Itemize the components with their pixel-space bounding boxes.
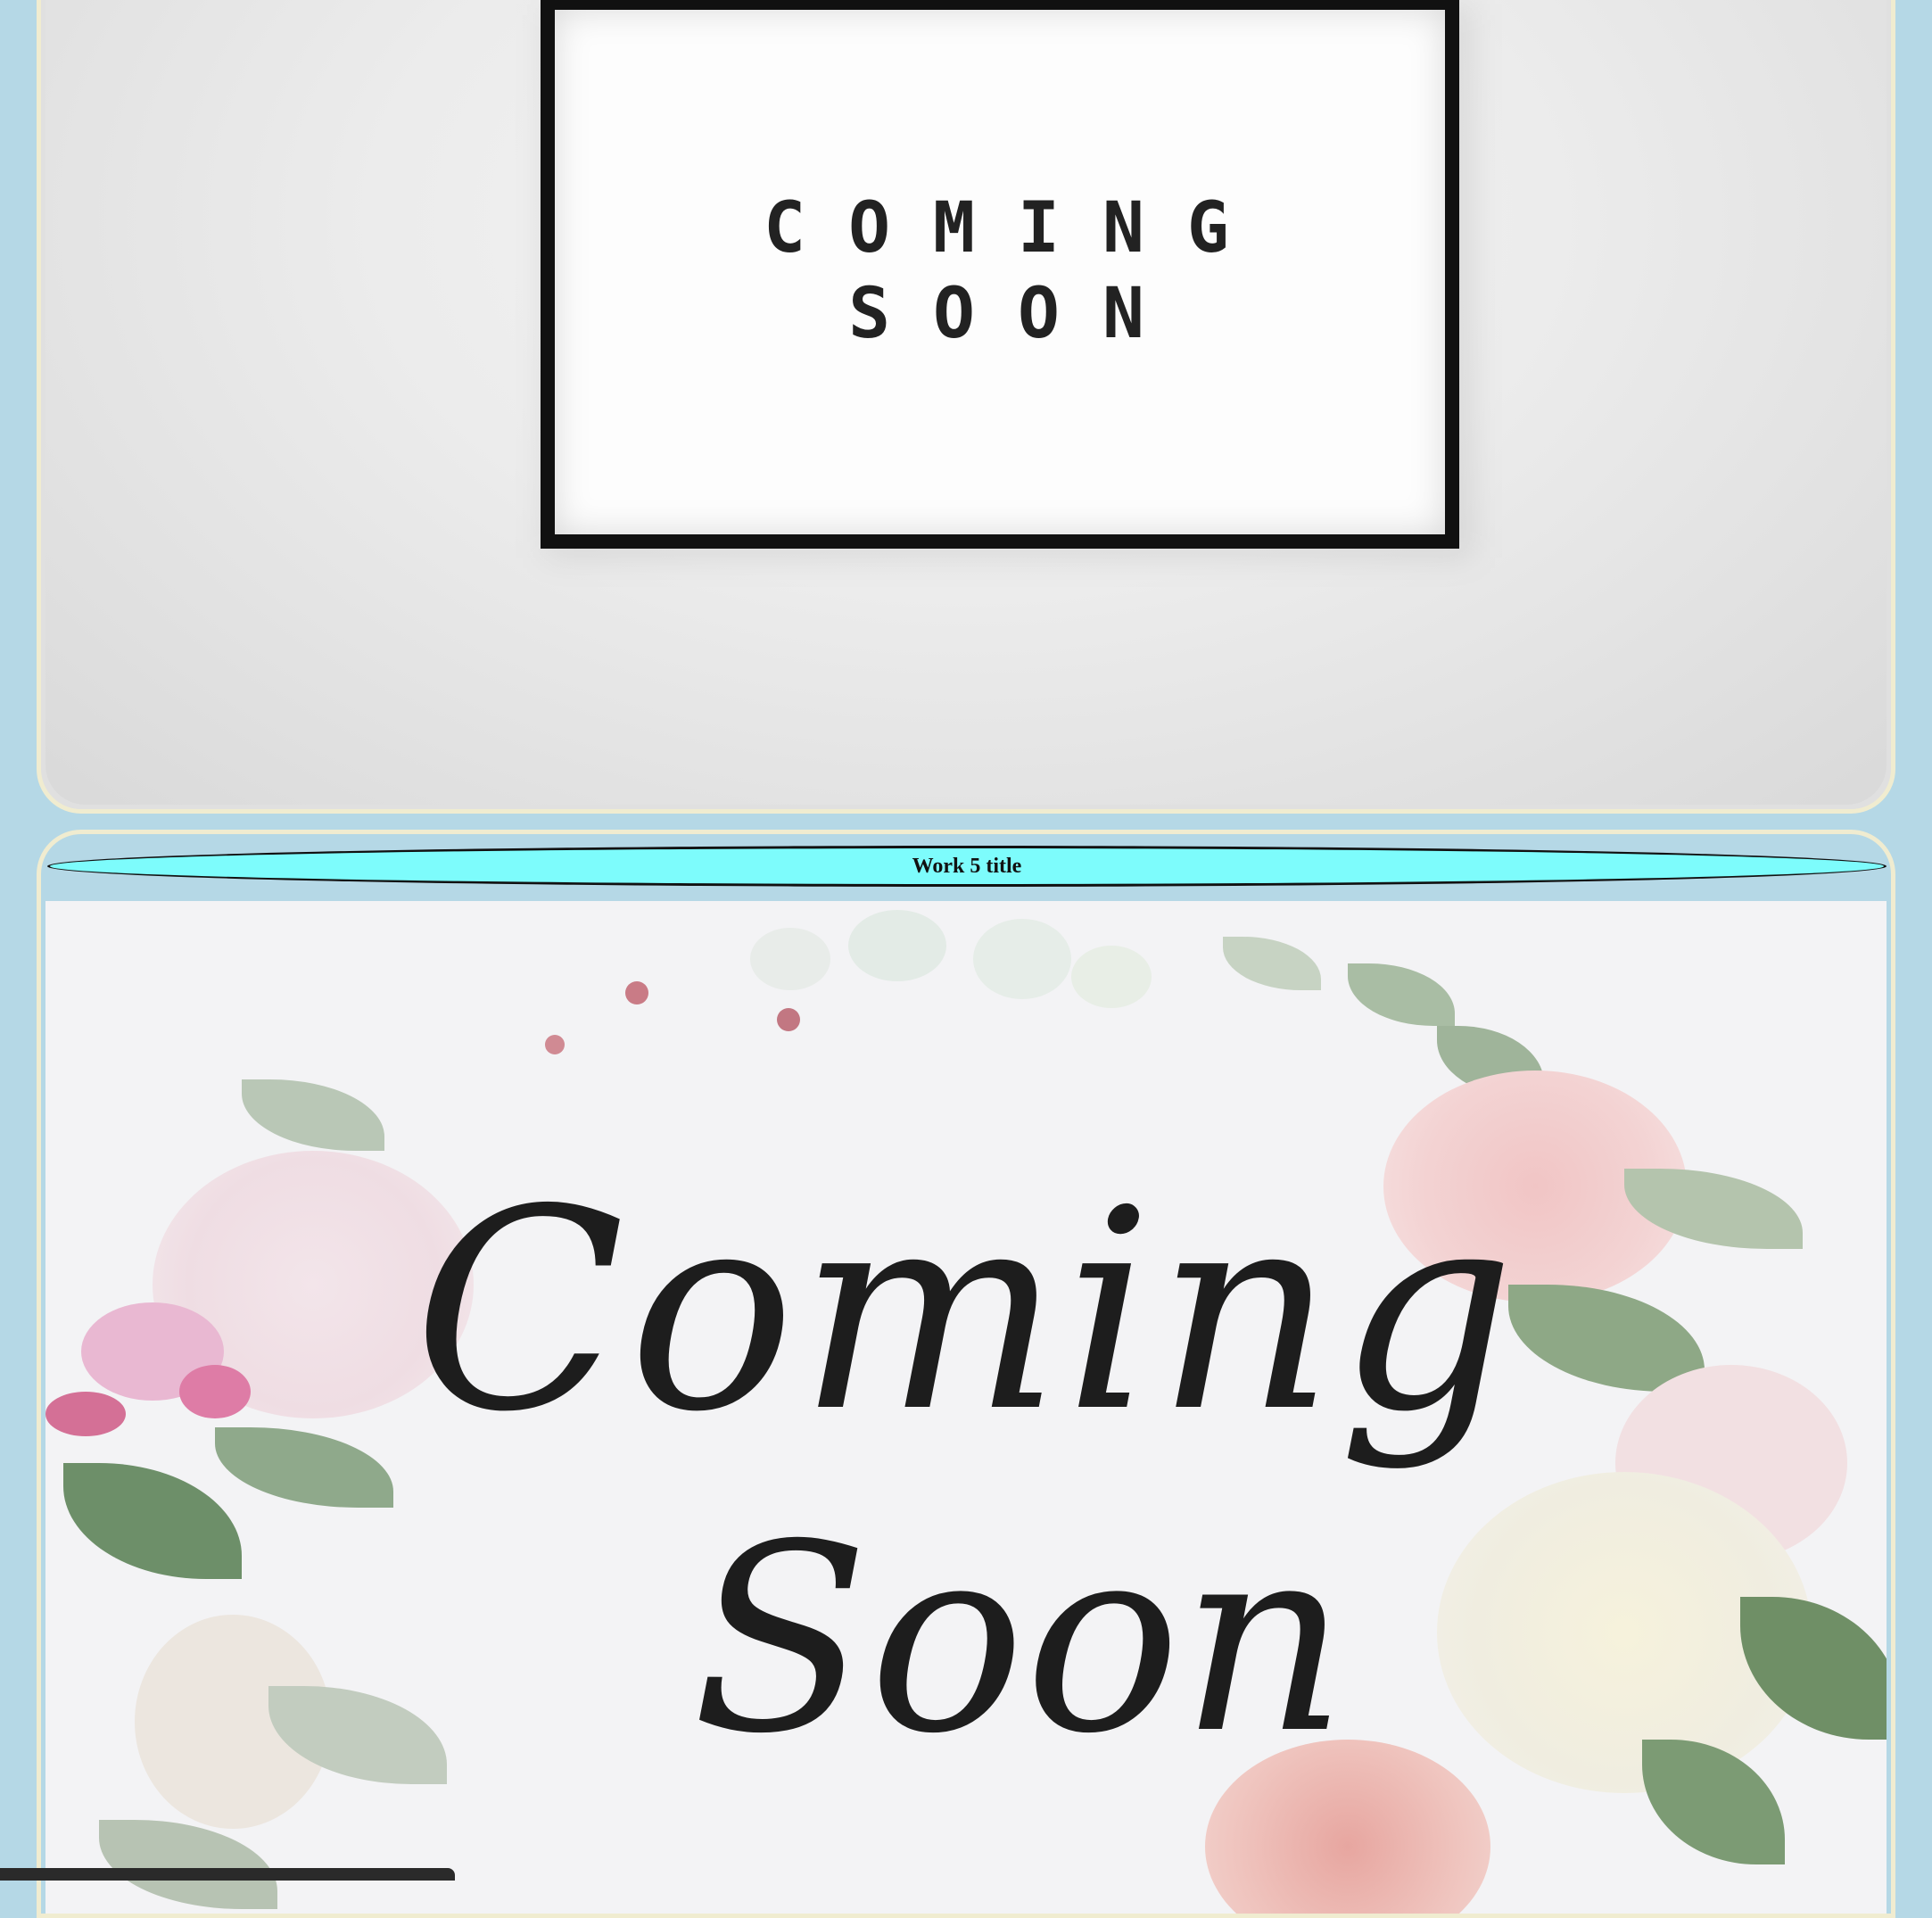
leaf (1223, 937, 1321, 990)
work-5-title-bar: Work 5 title (47, 846, 1887, 887)
flower (848, 910, 946, 981)
flower (1071, 946, 1152, 1008)
leaf (242, 1079, 384, 1151)
script-text-line-1: Coming (413, 1151, 1519, 1473)
coming-soon-frame-image[interactable]: COMING SOON (45, 0, 1887, 805)
coming-soon-floral-image[interactable]: Coming Soon (45, 901, 1887, 1914)
leaf (99, 1820, 277, 1909)
flower (545, 1035, 565, 1054)
frame-text-line-2: SOON (848, 274, 1187, 354)
work-5-card: Work 5 title Coming Soon (37, 830, 1895, 1918)
picture-frame: COMING SOON (541, 0, 1459, 549)
work-4-card: COMING SOON (37, 0, 1895, 814)
script-text-line-2: Soon (691, 1490, 1348, 1790)
leaf (1348, 963, 1455, 1026)
flower (973, 919, 1071, 999)
work-5-title: Work 5 title (912, 854, 1022, 878)
flower (625, 981, 648, 1004)
frame-text-line-1: COMING (764, 188, 1272, 269)
flower (750, 928, 830, 990)
flower (777, 1008, 800, 1031)
bottom-overlay-bar (0, 1868, 455, 1881)
